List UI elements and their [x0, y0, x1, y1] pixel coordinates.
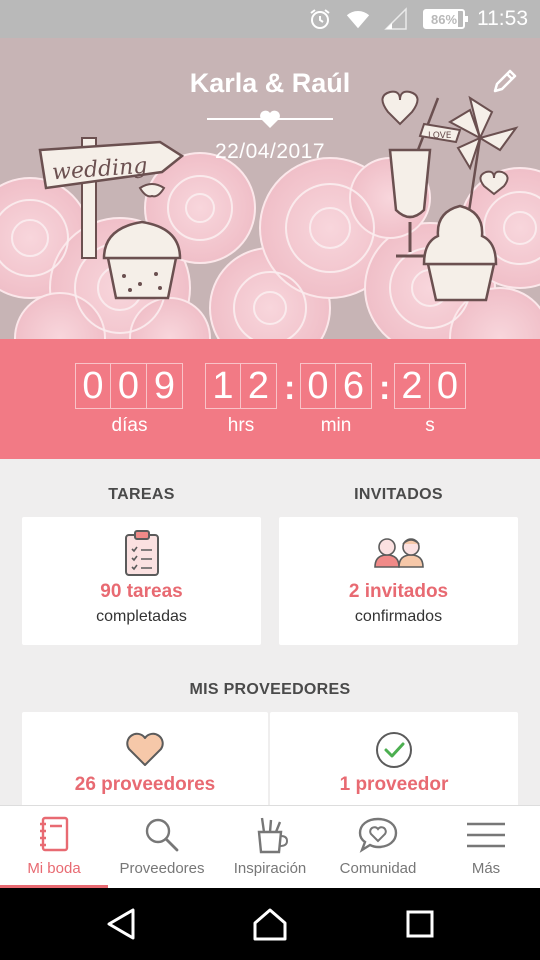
- countdown-digit: 2: [241, 363, 277, 409]
- countdown-separator: :: [379, 369, 391, 407]
- countdown-digit: 9: [147, 363, 183, 409]
- vendors-title: MIS PROVEEDORES: [189, 681, 351, 698]
- guests-card[interactable]: 2 invitados confirmados: [279, 517, 518, 645]
- check-circle-icon: [376, 732, 412, 768]
- countdown-bar: 0 0 9 1 2 : 0 6 : 2 0 días hrs min s: [0, 339, 540, 459]
- countdown-seconds: 2 0: [394, 363, 466, 409]
- guests-count: 2 invitados: [348, 581, 449, 602]
- wifi-icon: [345, 6, 371, 32]
- wedding-header: wedding LOVE Karla & Raúl 22/04/2017: [0, 38, 540, 339]
- countdown-separator: :: [284, 369, 296, 407]
- countdown-digit: 0: [111, 363, 147, 409]
- battery-icon: 86%: [423, 9, 468, 29]
- countdown-digit: 2: [394, 363, 430, 409]
- pencil-icon[interactable]: [490, 66, 520, 96]
- nav-item-proveedores[interactable]: Proveedores: [108, 806, 216, 888]
- nav-label: Más: [471, 860, 501, 877]
- chat-heart-icon: [358, 817, 398, 853]
- countdown-digit: 0: [75, 363, 111, 409]
- recents-icon[interactable]: [402, 906, 438, 942]
- nav-label: Mi boda: [27, 860, 81, 877]
- bottom-navigation: Mi boda Proveedores Inspiración Comunida…: [0, 805, 540, 888]
- couple-avatars-icon: [373, 538, 424, 568]
- countdown-digit: 6: [336, 363, 372, 409]
- home-icon[interactable]: [252, 906, 288, 942]
- countdown-hours: 1 2: [205, 363, 277, 409]
- guests-sub: confirmados: [354, 608, 443, 625]
- couple-names: Karla & Raúl: [189, 68, 351, 98]
- countdown-label-days: días: [111, 415, 148, 436]
- notebook-icon: [40, 816, 69, 852]
- nav-label: Inspiración: [233, 860, 307, 877]
- alarm-icon: [307, 6, 333, 32]
- nav-item-mi-boda[interactable]: Mi boda: [0, 806, 108, 888]
- battery-percent: 86%: [430, 11, 458, 27]
- countdown-digit: 0: [300, 363, 336, 409]
- countdown-minutes: 0 6: [300, 363, 372, 409]
- vendors-hired-count: 1 proveedor: [339, 774, 449, 795]
- vendors-hired-card[interactable]: 1 proveedor: [270, 712, 518, 812]
- tasks-sub: completadas: [96, 608, 187, 625]
- countdown-digit: 1: [205, 363, 241, 409]
- countdown-digit: 0: [430, 363, 466, 409]
- countdown-label-minutes: min: [320, 415, 352, 436]
- vendors-favorites-count: 26 proveedores: [74, 774, 216, 795]
- search-icon: [145, 818, 179, 852]
- guests-title: INVITADOS: [354, 486, 443, 503]
- cupcake-left-illustration: [102, 220, 182, 300]
- status-time: 11:53: [477, 7, 528, 30]
- nav-item-comunidad[interactable]: Comunidad: [324, 806, 432, 888]
- menu-icon: [467, 822, 505, 848]
- tasks-title: TAREAS: [108, 486, 175, 503]
- tasks-count: 90 tareas: [100, 581, 183, 602]
- countdown-label-hours: hrs: [227, 415, 255, 436]
- status-bar: 86% 11:53: [0, 0, 540, 38]
- wedding-date: 22/04/2017: [214, 140, 326, 163]
- back-icon[interactable]: [103, 906, 139, 942]
- vendors-favorites-card[interactable]: 26 proveedores: [22, 712, 268, 812]
- countdown-label-seconds: s: [425, 415, 435, 436]
- system-navigation-bar: [0, 888, 540, 960]
- heart-icon: [126, 732, 164, 766]
- cell-signal-icon: [383, 6, 409, 32]
- nav-item-inspiracion[interactable]: Inspiración: [216, 806, 324, 888]
- countdown-days: 0 0 9: [75, 363, 183, 409]
- tasks-card[interactable]: 90 tareas completadas: [22, 517, 261, 645]
- nav-label: Proveedores: [119, 860, 205, 877]
- nav-label: Comunidad: [339, 860, 417, 877]
- heart-divider-icon: [260, 110, 280, 128]
- nav-item-mas[interactable]: Más: [432, 806, 540, 888]
- brush-cup-icon: [257, 817, 289, 854]
- clipboard-checklist-icon: [124, 530, 159, 576]
